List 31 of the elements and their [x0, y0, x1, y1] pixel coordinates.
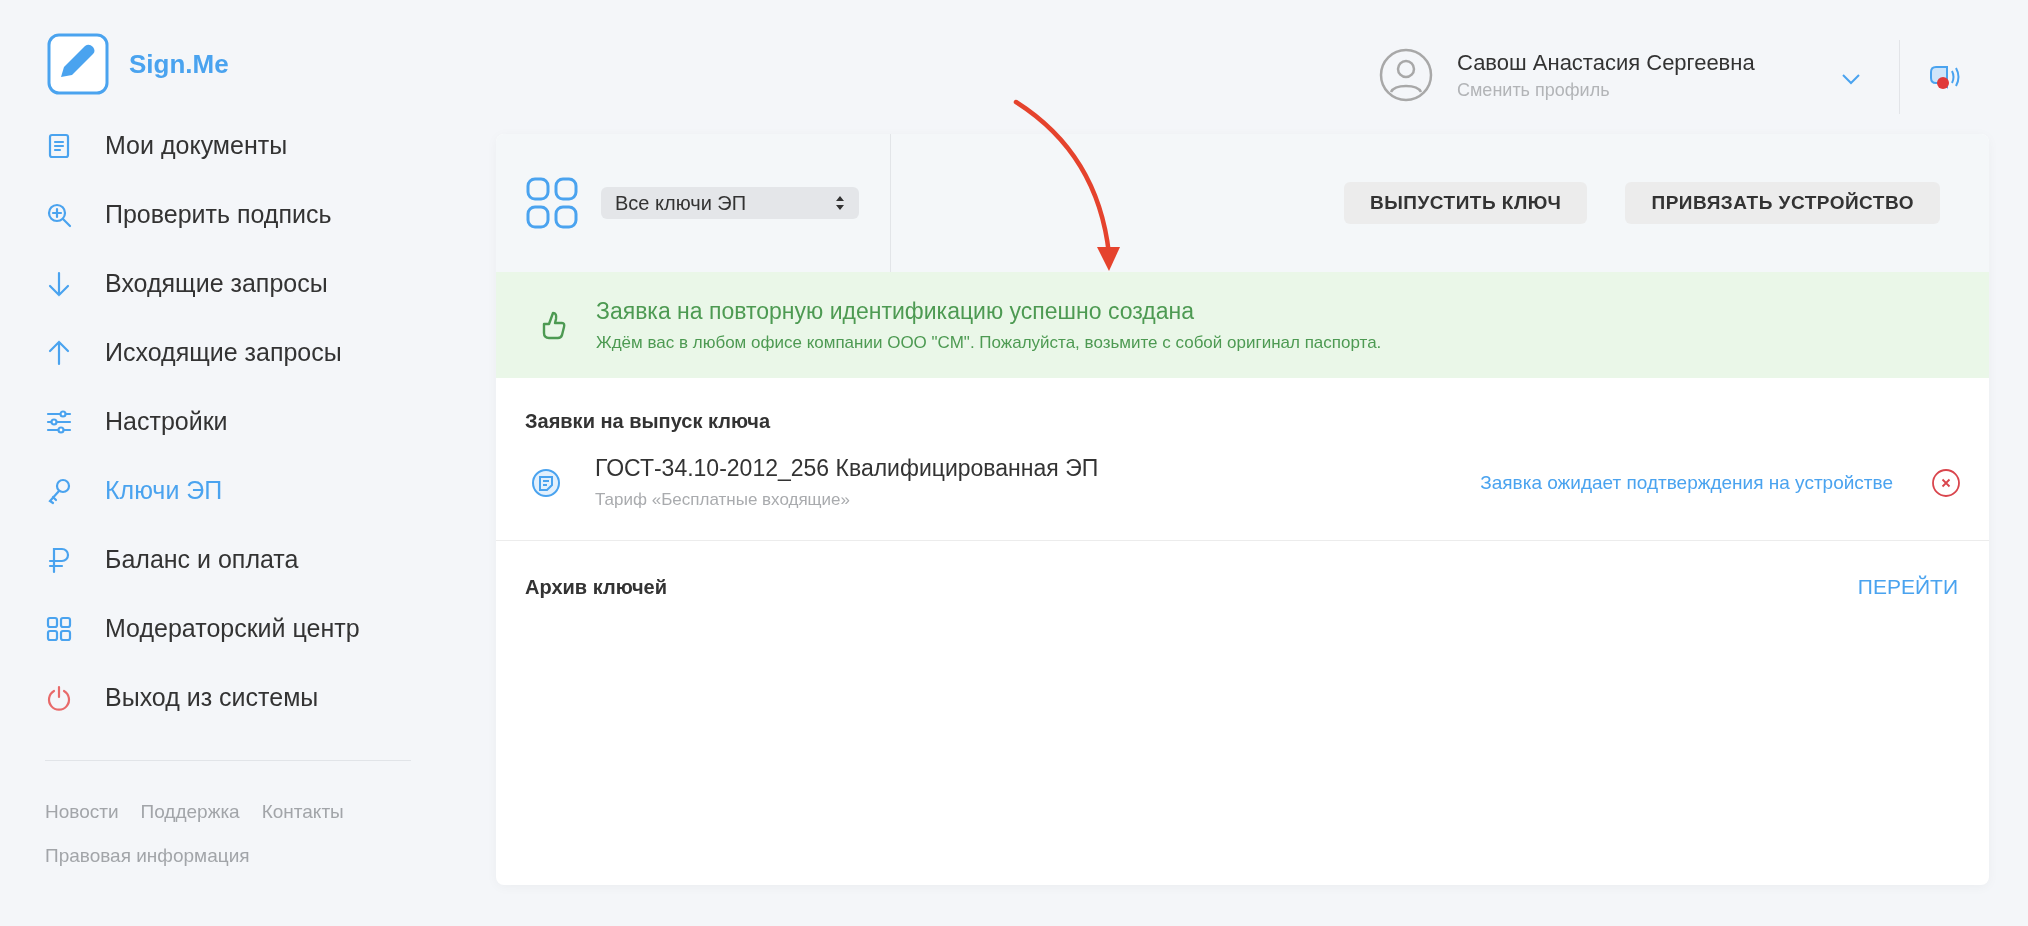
alert-title: Заявка на повторную идентификацию успешно создана	[596, 297, 1195, 325]
grid-icon	[45, 614, 73, 643]
chevron-down-icon[interactable]	[1841, 73, 1861, 85]
user-name: Савош Анастасия Сергеевна	[1457, 49, 1756, 76]
updown-icon	[835, 195, 845, 211]
request-title: ГОСТ-34.10-2012_256 Квалифицированная ЭП	[595, 455, 1100, 482]
nav-item[interactable]: Настройки	[45, 387, 496, 456]
request-status: Заявка ожидает подтверждения на устройстве	[1480, 471, 1893, 494]
logo-icon	[47, 33, 109, 95]
thumbs-up-icon	[540, 310, 568, 340]
nav-item[interactable]: Модераторский центр	[45, 594, 496, 663]
brand-name: Sign.Me	[129, 48, 229, 80]
section-heading: Архив ключей	[525, 575, 667, 599]
request-tariff: Тариф «Бесплатные входящие»	[595, 490, 852, 510]
certificate-icon	[531, 467, 561, 498]
section-heading: Заявки на выпуск ключа	[525, 410, 771, 432]
bind-device-button[interactable]: ПРИВЯЗАТЬ УСТРОЙСТВО	[1625, 182, 1940, 224]
sliders-icon	[45, 407, 73, 436]
nav-item[interactable]: Входящие запросы	[45, 249, 496, 318]
nav-item[interactable]: Выход из системы	[45, 663, 496, 732]
grid-icon[interactable]	[525, 176, 579, 230]
alert-message: Ждём вас в любом офисе компании ООО "СМ". Пожалуйста, возьмите с собой оригинал паспорта.	[596, 332, 1382, 353]
avatar-icon	[1379, 48, 1433, 102]
power-icon	[45, 683, 73, 712]
nav-item[interactable]: Мои документы	[45, 111, 496, 180]
nav-item[interactable]: Баланс и оплата	[45, 525, 496, 594]
nav-item[interactable]: Проверить подпись	[45, 180, 496, 249]
nav-item[interactable]: Исходящие запросы	[45, 318, 496, 387]
key-filter-select[interactable]: Все ключи ЭП	[601, 187, 859, 219]
close-icon[interactable]	[1931, 467, 1961, 498]
issue-key-button[interactable]: ВЫПУСТИТЬ КЛЮЧ	[1344, 182, 1588, 224]
